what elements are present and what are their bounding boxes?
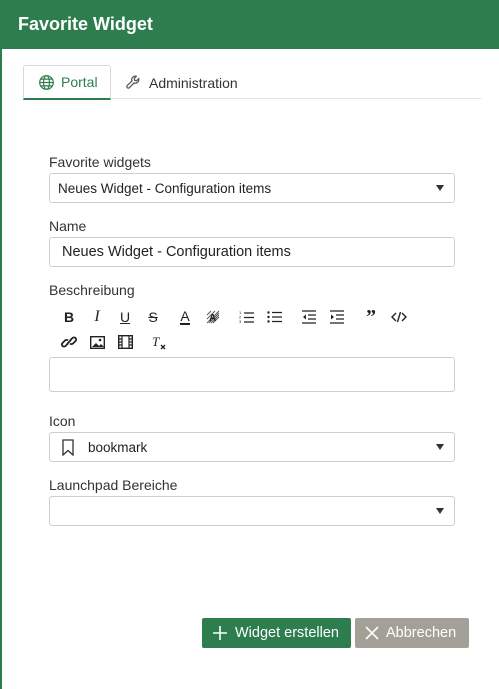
code-icon bbox=[391, 311, 407, 323]
tab-administration-label: Administration bbox=[149, 74, 238, 91]
image-icon bbox=[89, 335, 105, 349]
quote-icon: ” bbox=[366, 305, 376, 328]
background-color-button[interactable]: A bbox=[199, 307, 227, 327]
indent-button[interactable] bbox=[323, 307, 351, 327]
create-widget-label: Widget erstellen bbox=[235, 625, 339, 641]
strikethrough-icon: S bbox=[148, 309, 158, 325]
clear-format-button[interactable]: T bbox=[145, 332, 173, 352]
cancel-label: Abbrechen bbox=[386, 625, 457, 641]
font-color-button[interactable]: A bbox=[171, 307, 199, 327]
link-button[interactable] bbox=[55, 332, 83, 352]
favorite-widgets-select[interactable]: Neues Widget - Configuration items bbox=[49, 173, 455, 203]
tab-administration[interactable]: Administration bbox=[125, 65, 238, 100]
favorite-widgets-value: Neues Widget - Configuration items bbox=[58, 180, 272, 196]
cancel-button[interactable]: Abbrechen bbox=[355, 618, 469, 648]
editor-toolbar-row-2: T bbox=[55, 332, 173, 352]
favorite-widget-dialog: Favorite Widget Portal Administration Fa… bbox=[0, 0, 499, 689]
globe-icon bbox=[39, 74, 54, 90]
bold-button[interactable]: B bbox=[55, 307, 83, 327]
underline-icon: U bbox=[119, 309, 131, 325]
film-icon bbox=[117, 335, 133, 349]
italic-icon: I bbox=[94, 308, 100, 325]
create-widget-button[interactable]: Widget erstellen bbox=[202, 618, 351, 648]
name-input[interactable]: Neues Widget - Configuration items bbox=[49, 237, 455, 267]
ordered-list-icon: 123 bbox=[239, 310, 254, 324]
video-button[interactable] bbox=[111, 332, 139, 352]
chevron-down-icon bbox=[436, 444, 444, 450]
blockquote-button[interactable]: ” bbox=[357, 305, 385, 328]
chevron-down-icon bbox=[436, 508, 444, 514]
indent-icon bbox=[330, 310, 344, 324]
plus-icon bbox=[213, 626, 227, 640]
bookmark-icon bbox=[62, 438, 74, 456]
clear-format-icon: T bbox=[152, 335, 166, 349]
favorite-widgets-label: Favorite widgets bbox=[49, 154, 151, 170]
italic-button[interactable]: I bbox=[83, 307, 111, 327]
icon-select[interactable]: bookmark bbox=[49, 432, 455, 462]
bold-icon: B bbox=[63, 309, 75, 325]
bullet-list-icon bbox=[267, 311, 282, 323]
chevron-down-icon bbox=[436, 185, 444, 191]
editor-toolbar-row-1: B I U S A A 123 ” bbox=[55, 305, 413, 328]
highlight-icon: A bbox=[206, 310, 220, 324]
svg-text:A: A bbox=[209, 313, 216, 324]
tab-bar: Portal Administration bbox=[23, 65, 481, 100]
icon-label: Icon bbox=[49, 413, 76, 429]
tab-portal[interactable]: Portal bbox=[23, 65, 111, 100]
tab-portal-label: Portal bbox=[61, 74, 98, 90]
close-icon bbox=[365, 626, 379, 640]
code-button[interactable] bbox=[385, 307, 413, 327]
launchpad-select[interactable] bbox=[49, 496, 455, 526]
font-color-icon: A bbox=[180, 307, 190, 325]
svg-text:T: T bbox=[152, 335, 160, 349]
outdent-button[interactable] bbox=[295, 307, 323, 327]
link-icon bbox=[61, 336, 77, 348]
svg-text:3: 3 bbox=[239, 319, 242, 324]
icon-select-value: bookmark bbox=[88, 439, 148, 455]
bullet-list-button[interactable] bbox=[261, 307, 289, 327]
image-button[interactable] bbox=[83, 332, 111, 352]
strikethrough-button[interactable]: S bbox=[139, 307, 167, 327]
name-label: Name bbox=[49, 218, 87, 234]
dialog-title: Favorite Widget bbox=[2, 0, 499, 49]
outdent-icon bbox=[302, 310, 316, 324]
description-label: Beschreibung bbox=[49, 282, 135, 298]
wrench-icon bbox=[126, 75, 140, 89]
ordered-list-button[interactable]: 123 bbox=[233, 307, 261, 327]
description-editor[interactable] bbox=[49, 357, 455, 392]
launchpad-label: Launchpad Bereiche bbox=[49, 477, 178, 493]
underline-button[interactable]: U bbox=[111, 307, 139, 327]
